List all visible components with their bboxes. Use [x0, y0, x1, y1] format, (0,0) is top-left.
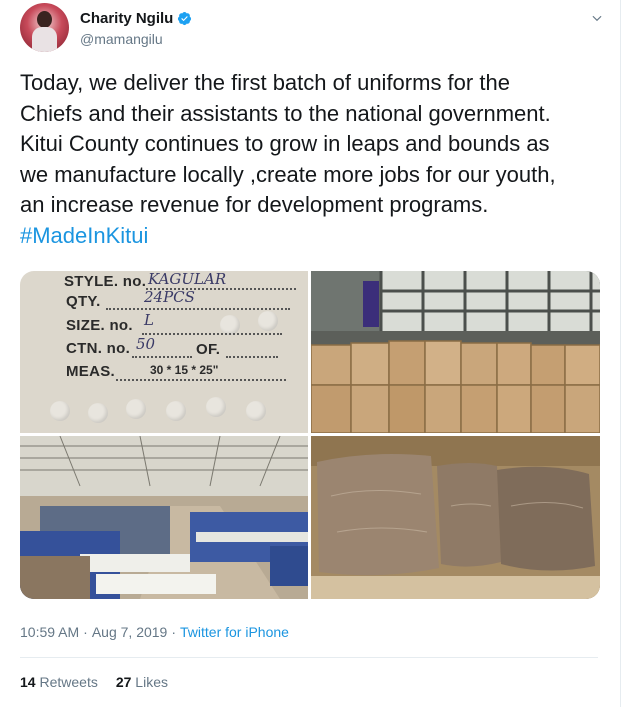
dotted-line	[142, 333, 282, 335]
embossed-bump	[258, 311, 278, 331]
size-value: L	[144, 311, 154, 329]
avatar[interactable]	[20, 3, 69, 52]
dotted-line	[226, 356, 278, 358]
photo-carton-label[interactable]: STYLE. no. KAGULAR QTY. 24PCS SIZE. no. …	[20, 271, 308, 433]
of-label: OF.	[196, 341, 221, 358]
tweet-text-line: Chiefs and their assistants to the natio…	[20, 100, 551, 126]
ctn-value: 50	[136, 335, 156, 353]
tweet-text-line: Today, we deliver the first batch of uni…	[20, 70, 510, 95]
embossed-bump	[206, 397, 226, 417]
photo-stacked-boxes[interactable]	[311, 271, 600, 433]
tweet-time[interactable]: 10:59 AM	[20, 624, 79, 640]
meas-value: 30 * 15 * 25"	[150, 363, 219, 377]
media-grid: STYLE. no. KAGULAR QTY. 24PCS SIZE. no. …	[20, 271, 600, 599]
author-name-row[interactable]: Charity Ngilu	[80, 10, 192, 27]
author-handle[interactable]: @mamangilu	[80, 31, 163, 47]
dotted-line	[132, 356, 192, 358]
embossed-bump	[88, 403, 108, 423]
tweet-header: Charity Ngilu @mamangilu	[20, 3, 610, 55]
style-label: STYLE. no.	[64, 273, 147, 290]
embossed-bump	[246, 401, 266, 421]
avatar-head	[37, 11, 52, 28]
tweet-text: Today, we deliver the first batch of uni…	[20, 68, 600, 251]
embossed-bump	[50, 401, 70, 421]
tweet-date[interactable]: Aug 7, 2019	[92, 624, 168, 640]
likes-label: Likes	[135, 674, 168, 690]
likes-stat[interactable]: 27 Likes	[116, 674, 168, 690]
dotted-line	[106, 308, 290, 310]
embossed-bump	[126, 399, 146, 419]
photo-sewing-floor[interactable]	[20, 436, 308, 599]
tweet-stats: 14 Retweets 27 Likes	[20, 674, 168, 690]
chevron-down-icon[interactable]	[590, 11, 604, 25]
retweets-stat[interactable]: 14 Retweets	[20, 674, 98, 690]
author-display-name[interactable]: Charity Ngilu	[80, 10, 173, 27]
tweet-text-line: we manufacture locally ,create more jobs…	[20, 161, 556, 187]
uniforms-scene	[311, 436, 600, 599]
retweets-label: Retweets	[39, 674, 98, 690]
size-label: SIZE. no.	[66, 317, 133, 334]
qty-value: 24PCS	[144, 288, 195, 306]
boxes-scene	[311, 271, 600, 433]
photo-folded-uniforms[interactable]	[311, 436, 600, 599]
retweets-count: 14	[20, 674, 36, 690]
hashtag-link[interactable]: #MadeInKitui	[20, 221, 600, 252]
tweet-text-line: an increase revenue for development prog…	[20, 192, 489, 217]
style-value: KAGULAR	[148, 271, 227, 288]
tweet-card: Charity Ngilu @mamangilu Today, we deliv…	[0, 0, 621, 707]
tweet-text-line: Kitui County continues to grow in leaps …	[20, 131, 550, 156]
meas-label: MEAS.	[66, 363, 116, 380]
factory-scene	[20, 436, 308, 599]
meta-separator: ·	[83, 624, 88, 640]
likes-count: 27	[115, 674, 132, 690]
dotted-line	[116, 379, 286, 381]
embossed-bump	[220, 315, 240, 335]
embossed-bump	[166, 401, 186, 421]
source-link[interactable]: Twitter for iPhone	[180, 624, 289, 640]
verified-badge-icon	[178, 11, 192, 26]
divider	[20, 657, 598, 658]
tweet-meta: 10:59 AM · Aug 7, 2019 · Twitter for iPh…	[20, 624, 289, 640]
avatar-body	[32, 27, 57, 52]
ctn-label: CTN. no.	[66, 340, 131, 357]
meta-separator: ·	[171, 624, 177, 640]
qty-label: QTY.	[66, 293, 101, 310]
